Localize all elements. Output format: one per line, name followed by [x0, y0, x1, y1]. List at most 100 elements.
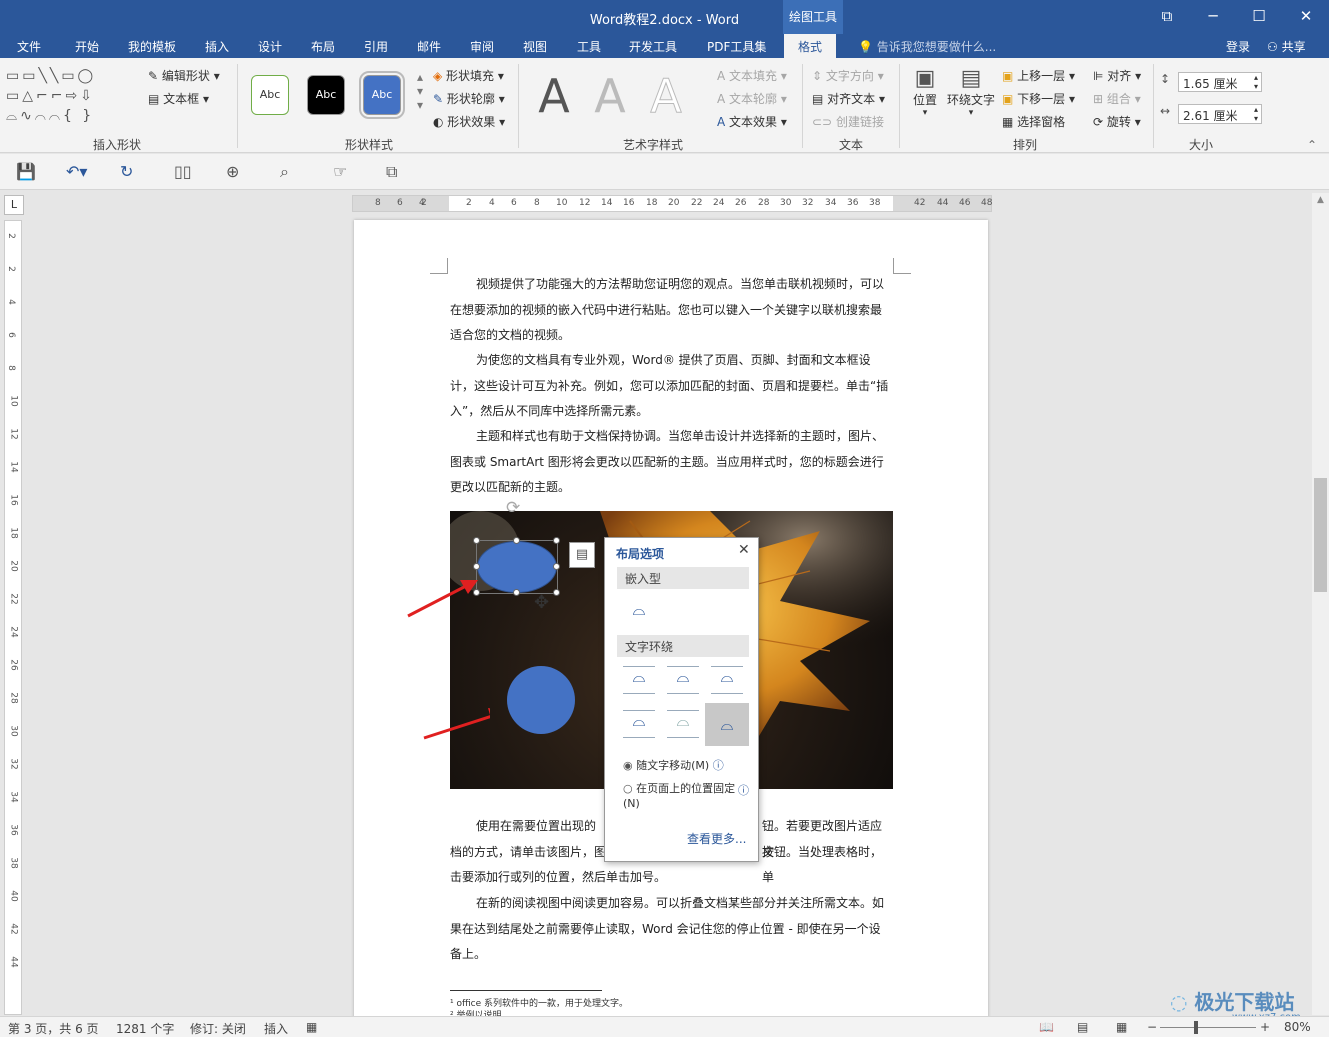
move-with-text-radio[interactable]: ◉ 随文字移动(M) ⓘ [623, 757, 724, 773]
resize-handle[interactable] [553, 563, 560, 570]
horizontal-ruler[interactable]: 8 6 4 2 2 4 6 8 10 12 14 16 18 20 22 24 26 28 30 32 34 36 38 42… [352, 195, 992, 212]
text-effects-button[interactable]: A 文本效果 ▾ [717, 113, 787, 130]
read-mode-icon[interactable]: 📖 [1039, 1020, 1054, 1034]
minimize-icon[interactable]: ─ [1190, 0, 1236, 34]
tab-design[interactable]: 设计 [258, 38, 282, 55]
close-icon[interactable]: ✕ [738, 542, 750, 558]
rotate-button[interactable]: ⟳ 旋转 ▾ [1093, 113, 1141, 130]
resize-handle[interactable] [553, 589, 560, 596]
send-backward-button[interactable]: ▣ 下移一层 ▾ [1002, 90, 1075, 107]
position-button[interactable]: ▣ 位置 ▾ [908, 66, 942, 118]
wordart-style-1[interactable]: A [528, 68, 580, 124]
scrollbar-thumb[interactable] [1314, 478, 1327, 592]
insert-mode-status[interactable]: 插入 [264, 1020, 288, 1037]
tab-mailings[interactable]: 邮件 [417, 38, 441, 55]
shape-gallery[interactable]: ▭▭╲╲▭◯ ▭△⌐⌐⇨⇩ ⌓∿⌒⌒{ } [6, 66, 136, 128]
zoom-slider[interactable] [1160, 1027, 1256, 1028]
info-icon[interactable]: ⓘ [738, 782, 749, 798]
close-icon[interactable]: ✕ [1283, 0, 1329, 34]
paragraph-1[interactable]: 视频提供了功能强大的方法帮助您证明您的观点。当您单击联机视频时，可以在想要添加的… [450, 272, 892, 349]
see-more-link[interactable]: 查看更多... [687, 830, 746, 847]
tab-insert[interactable]: 插入 [205, 38, 229, 55]
login-button[interactable]: 登录 [1226, 38, 1250, 55]
layout-icon[interactable]: ▯▯ [174, 162, 192, 181]
shape-width-input[interactable]: 2.61 厘米 ▴ ▾ [1178, 104, 1262, 124]
wordart-style-3[interactable]: A [640, 68, 692, 124]
shape-icon[interactable]: ⧉ [386, 162, 397, 182]
preview-icon[interactable]: ⌕ [280, 162, 289, 182]
bring-forward-button[interactable]: ▣ 上移一层 ▾ [1002, 67, 1075, 84]
resize-handle[interactable] [513, 589, 520, 596]
circle-shape[interactable] [507, 666, 575, 734]
wrap-text-button[interactable]: ▤ 环绕文字 ▾ [946, 66, 996, 118]
wrap-tight-icon[interactable]: ⌓ [667, 666, 699, 694]
fix-position-radio[interactable]: ○ 在页面上的位置固定(N) [623, 781, 751, 811]
tab-my-templates[interactable]: 我的模板 [128, 38, 176, 55]
paragraph-5[interactable]: 在新的阅读视图中阅读更加容易。可以折叠文档某些部分并关注所需文本。如果在达到结尾… [450, 891, 892, 968]
zoom-slider-thumb[interactable] [1194, 1021, 1198, 1034]
layout-options-button-icon[interactable]: ▤ [569, 542, 595, 568]
vertical-ruler[interactable]: 2 2 4 6 8 10 12 14 16 18 20 22 24 26 28 30 32 34 36 38 40 42 4… [4, 220, 22, 1015]
tab-developer[interactable]: 开发工具 [629, 38, 677, 55]
tab-tools[interactable]: 工具 [577, 38, 601, 55]
selection-pane-button[interactable]: ▦ 选择窗格 [1002, 113, 1065, 130]
spin-arrows-icon[interactable]: ▴ ▾ [1254, 105, 1258, 123]
rotate-handle-icon[interactable]: ⟳ [506, 498, 520, 518]
tab-format[interactable]: 格式 [784, 34, 837, 58]
restore-icon[interactable]: ⧉ [1144, 0, 1190, 34]
resize-handle[interactable] [473, 537, 480, 544]
web-layout-icon[interactable]: ▦ [1116, 1020, 1127, 1034]
word-count[interactable]: 1281 个字 [116, 1020, 174, 1037]
shape-style-preset-3[interactable]: Abc [359, 71, 405, 119]
zoom-in-icon[interactable]: + [1260, 1020, 1270, 1034]
tab-home[interactable]: 开始 [75, 38, 99, 55]
maximize-icon[interactable]: ☐ [1236, 0, 1282, 34]
align-text-button[interactable]: ▤ 对齐文本 ▾ [812, 90, 885, 107]
edit-shape-button[interactable]: ✎ 编辑形状 ▾ [148, 67, 220, 84]
touch-icon[interactable]: ☞ [333, 162, 347, 181]
tab-file[interactable]: 文件 [17, 38, 41, 55]
tell-me-search[interactable]: 💡 告诉我您想要做什么... [858, 38, 996, 55]
shape-fill-button[interactable]: ◈ 形状填充 ▾ [433, 67, 504, 84]
macro-icon[interactable]: ▦ [306, 1020, 317, 1034]
tab-view[interactable]: 视图 [523, 38, 547, 55]
paragraph-2[interactable]: 为使您的文档具有专业外观，Word® 提供了页眉、页脚、封面和文本框设计，这些设… [450, 348, 892, 425]
print-layout-icon[interactable]: ▤ [1077, 1020, 1088, 1034]
zoom-level[interactable]: 80% [1284, 1020, 1311, 1034]
tab-references[interactable]: 引用 [364, 38, 388, 55]
paragraph-3[interactable]: 主题和样式也有助于文档保持协调。当您单击设计并选择新的主题时，图片、图表或 Sm… [450, 424, 892, 501]
wrap-through-icon[interactable]: ⌓ [711, 666, 743, 694]
shape-outline-button[interactable]: ✎ 形状轮廓 ▾ [433, 90, 505, 107]
tab-selector[interactable]: L [4, 195, 24, 215]
wordart-style-2[interactable]: A [584, 68, 636, 124]
resize-handle[interactable] [553, 537, 560, 544]
shape-height-input[interactable]: 1.65 厘米 ▴ ▾ [1178, 72, 1262, 92]
page-count[interactable]: 第 3 页，共 6 页 [8, 1020, 99, 1037]
tab-layout[interactable]: 布局 [311, 38, 335, 55]
tab-review[interactable]: 审阅 [470, 38, 494, 55]
vertical-scrollbar[interactable]: ▲ [1312, 193, 1329, 1015]
resize-handle[interactable] [513, 537, 520, 544]
share-button[interactable]: ⚇ 共享 [1267, 38, 1306, 55]
track-changes-status[interactable]: 修订: 关闭 [190, 1020, 246, 1037]
shape-style-preset-2[interactable]: Abc [307, 75, 345, 115]
tab-pdf-tools[interactable]: PDF工具集 [707, 38, 766, 55]
wrap-behind-text-icon[interactable]: ⌓ [667, 710, 699, 738]
style-gallery-scroll[interactable]: ▴ ▾ ▾ [417, 70, 423, 112]
shape-style-preset-1[interactable]: Abc [251, 75, 289, 115]
align-button[interactable]: ⊫ 对齐 ▾ [1093, 67, 1141, 84]
save-icon[interactable]: 💾 [16, 162, 36, 181]
scroll-up-icon[interactable]: ▲ [1312, 195, 1329, 205]
wrap-square-icon[interactable]: ⌓ [623, 666, 655, 694]
redo-icon[interactable]: ↻ [120, 162, 133, 181]
spin-arrows-icon[interactable]: ▴ ▾ [1254, 73, 1258, 91]
wrap-top-bottom-icon[interactable]: ⌓ [623, 710, 655, 738]
wrap-in-front-icon[interactable]: ⌓ [705, 703, 749, 746]
textbox-button[interactable]: ▤ 文本框 ▾ [148, 90, 209, 107]
zoom-out-icon[interactable]: − [1147, 1020, 1157, 1034]
web-icon[interactable]: ⊕ [226, 162, 239, 181]
inline-with-text-icon[interactable]: ⌓ [623, 600, 655, 626]
shape-effects-button[interactable]: ◐ 形状效果 ▾ [433, 113, 505, 130]
undo-icon[interactable]: ↶▾ [66, 162, 87, 181]
collapse-ribbon-icon[interactable]: ⌃ [1307, 138, 1317, 152]
